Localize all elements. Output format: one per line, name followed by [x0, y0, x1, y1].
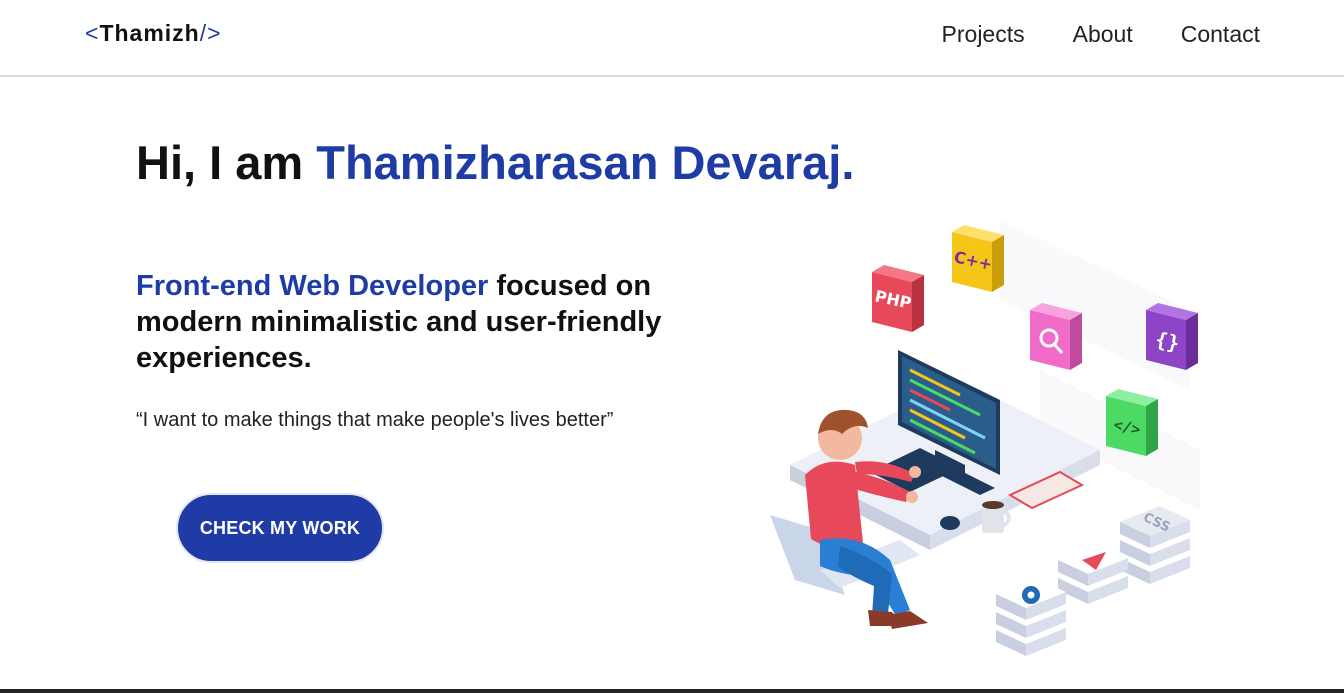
logo-open-bracket: < — [85, 20, 100, 46]
nav-link-about[interactable]: About — [1073, 21, 1133, 48]
nav-link-contact[interactable]: Contact — [1181, 21, 1260, 48]
developer-name: Thamizharasan Devaraj. — [316, 136, 855, 189]
bottom-divider — [0, 689, 1344, 693]
nav-links: Projects About Contact — [942, 21, 1260, 48]
play-stack-icon — [1058, 544, 1128, 604]
hero-tagline: Front-end Web Developer focused on moder… — [136, 268, 756, 376]
logo-name: Thamizh — [99, 20, 200, 46]
hero-greeting: Hi, I am Thamizharasan Devaraj. — [136, 135, 854, 190]
nav-link-projects[interactable]: Projects — [942, 21, 1025, 48]
mouse-icon — [940, 516, 960, 530]
check-my-work-button[interactable]: CHECK MY WORK — [176, 493, 384, 563]
cpp-tile-icon: C++ — [952, 225, 1004, 292]
code-tile-icon: </> — [1106, 389, 1158, 456]
css-stack-icon: CSS — [1120, 506, 1190, 584]
hero-quote: “I want to make things that make people'… — [136, 409, 614, 431]
search-tile-icon — [1030, 303, 1082, 370]
gear-stack-icon — [996, 578, 1066, 656]
greeting-prefix: Hi, I am — [136, 136, 317, 189]
logo-close-bracket: /> — [199, 20, 222, 46]
site-logo[interactable]: <Thamizh/> — [85, 20, 222, 47]
braces-tile-icon: {} — [1146, 303, 1198, 370]
developer-role: Front-end Web Developer — [136, 270, 489, 302]
braces-tile-label: {} — [1153, 327, 1182, 355]
navbar: <Thamizh/> Projects About Contact — [0, 0, 1344, 77]
php-tile-icon: PHP — [872, 265, 924, 332]
developer-illustration: PHP C++ {} </> CSS — [770, 220, 1200, 656]
